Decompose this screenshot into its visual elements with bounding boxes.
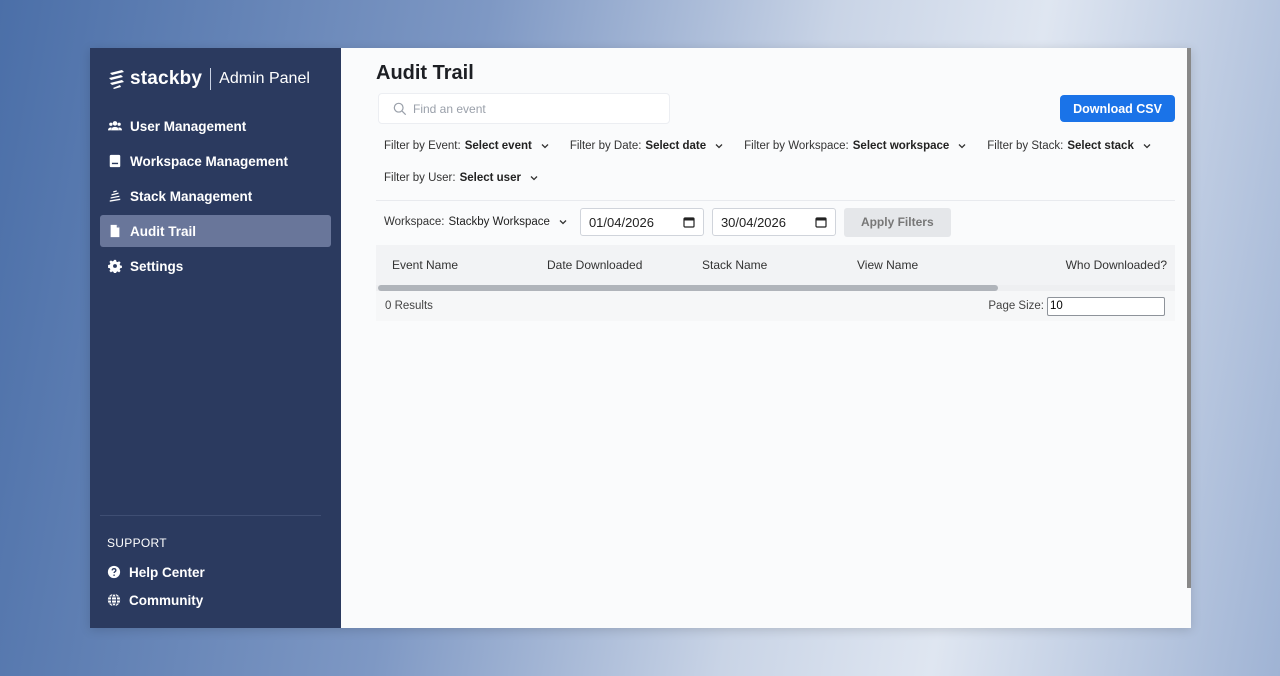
filter-event[interactable]: Filter by Event: Select event [384,130,550,162]
workspace-select[interactable]: Workspace: Stackby Workspace [384,216,568,228]
filter-label: Filter by Date: [569,140,642,152]
filter-value: Select event [464,140,532,152]
stackby-logo-icon [109,70,124,89]
scrollbar-thumb[interactable] [378,285,998,291]
table-footer: 0 Results Page Size: [376,291,1175,321]
chevron-down-icon [1143,144,1151,149]
filter-value: Select user [459,172,521,184]
brand-separator [210,68,212,90]
sidebar-item-label: Community [129,592,204,608]
workspace-value: Stackby Workspace [448,216,550,228]
sidebar-nav: User Management Workspace Management Sta… [100,110,331,282]
gear-icon [108,259,122,273]
globe-icon [107,593,121,607]
support-section: SUPPORT Help Center Community [100,515,321,614]
chevron-down-icon [541,144,549,149]
users-icon [108,119,122,133]
page-title: Audit Trail [376,62,474,84]
column-header-event-name[interactable]: Event Name [392,258,547,272]
chevron-down-icon [958,144,966,149]
filter-label: Filter by User: [384,172,456,184]
date-to-input[interactable]: 30/04/2026 [711,208,836,236]
horizontal-scrollbar[interactable] [376,285,1175,291]
chevron-down-icon [715,144,723,149]
sidebar-item-stack-management[interactable]: Stack Management [100,180,331,212]
workspace-date-row: Workspace: Stackby Workspace 01/04/2026 … [376,201,1175,243]
filter-value: Select workspace [852,140,950,152]
filter-value: Select stack [1067,140,1134,152]
date-from-input[interactable]: 01/04/2026 [579,208,704,236]
filter-date[interactable]: Filter by Date: Select date [570,130,724,162]
sidebar-item-audit-trail[interactable]: Audit Trail [100,215,331,247]
sidebar-item-settings[interactable]: Settings [100,250,331,282]
column-header-view-name[interactable]: View Name [857,258,1012,272]
column-header-stack-name[interactable]: Stack Name [702,258,857,272]
sidebar-item-label: Workspace Management [130,153,289,169]
page-size-label: Page Size: [988,300,1044,312]
sidebar-item-help-center[interactable]: Help Center [100,558,321,586]
sidebar-item-label: Stack Management [130,188,253,204]
admin-panel-label: Admin Panel [219,70,310,87]
results-count: 0 Results [385,300,433,312]
sidebar-item-user-management[interactable]: User Management [100,110,331,142]
sidebar-item-label: Settings [130,258,184,274]
brand: stackby Admin Panel [100,64,331,94]
support-title: SUPPORT [107,536,167,550]
date-from-value: 01/04/2026 [588,214,655,230]
filter-stack[interactable]: Filter by Stack: Select stack [987,130,1152,162]
workspace-icon [108,154,122,168]
filter-user[interactable]: Filter by User: Select user [384,162,539,194]
column-header-date-downloaded[interactable]: Date Downloaded [547,258,702,272]
filter-bar: Filter by Event: Select event Filter by … [376,130,1166,194]
audit-table: Event Name Date Downloaded Stack Name Vi… [376,245,1175,321]
help-icon [107,565,121,579]
stackby-logo[interactable]: stackby [108,68,202,90]
filter-label: Filter by Workspace: [744,140,849,152]
calendar-icon[interactable] [815,216,827,228]
sidebar-item-community[interactable]: Community [100,586,321,614]
filter-workspace[interactable]: Filter by Workspace: Select workspace [744,130,967,162]
chevron-down-icon [530,176,538,181]
sidebar-item-label: Help Center [129,564,205,580]
column-header-who-downloaded[interactable]: Who Downloaded? [1012,258,1167,272]
download-csv-button[interactable]: Download CSV [1060,95,1175,122]
support-divider [100,515,321,516]
filter-value: Select date [645,140,707,152]
logo-text: stackby [130,68,203,89]
vertical-scrollbar[interactable] [1187,48,1191,588]
table-header: Event Name Date Downloaded Stack Name Vi… [376,245,1175,285]
chevron-down-icon [559,220,567,225]
document-icon [108,224,122,238]
sidebar: stackby Admin Panel User Management Work… [90,48,341,628]
workspace-label: Workspace: [384,216,445,228]
page-size-control: Page Size: [988,296,1165,316]
filter-label: Filter by Stack: [987,140,1064,152]
search-icon [393,102,407,115]
sidebar-item-label: Audit Trail [130,223,197,239]
sidebar-item-label: User Management [130,118,247,134]
stack-icon [108,189,122,203]
sidebar-item-workspace-management[interactable]: Workspace Management [100,145,331,177]
apply-filters-button[interactable]: Apply Filters [843,207,951,237]
filter-label: Filter by Event: [384,140,461,152]
page-size-input[interactable] [1047,296,1165,316]
search-input[interactable] [413,101,653,116]
toolbar: Download CSV [376,93,1175,124]
date-to-value: 30/04/2026 [720,214,787,230]
search-box [378,93,670,124]
calendar-icon[interactable] [683,216,695,228]
app-window: stackby Admin Panel User Management Work… [90,48,1191,628]
main-content: Audit Trail Download CSV Filter by Event… [341,48,1191,628]
